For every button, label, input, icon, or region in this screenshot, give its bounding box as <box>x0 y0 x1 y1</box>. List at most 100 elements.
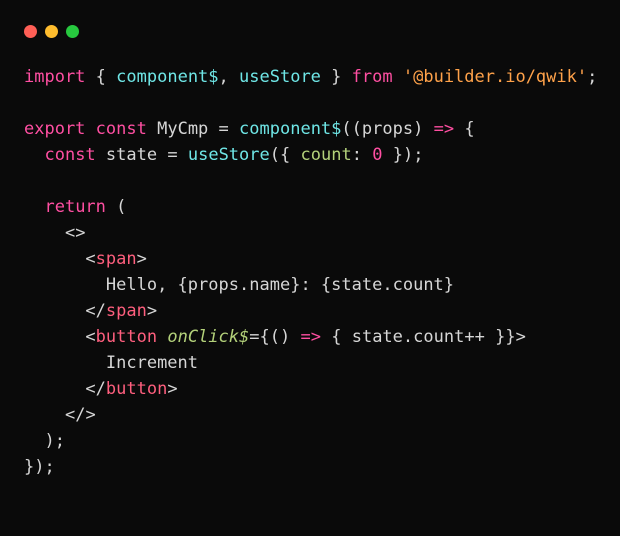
keyword-const: const <box>96 119 147 139</box>
code-line: const state = useStore({ count: 0 }); <box>24 145 423 165</box>
space <box>454 119 464 139</box>
paren-close: ) <box>280 327 290 347</box>
space <box>157 145 167 165</box>
space <box>290 145 300 165</box>
space <box>321 67 331 87</box>
paren-open: ( <box>270 327 280 347</box>
brace-close: } <box>24 457 34 477</box>
space <box>178 145 188 165</box>
code-line: import { component$, useStore } from '@b… <box>24 67 597 87</box>
tag-button: button <box>106 379 167 399</box>
tag-close: > <box>167 379 177 399</box>
equals: = <box>219 119 229 139</box>
code-line: Increment <box>24 353 198 373</box>
keyword-import: import <box>24 67 85 87</box>
space <box>423 119 433 139</box>
code-line: ); <box>24 431 65 451</box>
paren-open: ( <box>341 119 351 139</box>
jsx-expr-open: { <box>321 275 331 295</box>
jsx-fragment-close: < <box>65 405 75 425</box>
keyword-const: const <box>44 145 95 165</box>
paren-open: ( <box>352 119 362 139</box>
ident-state: state <box>106 145 157 165</box>
keyword-export: export <box>24 119 85 139</box>
paren-close: ) <box>34 457 44 477</box>
paren-close: ) <box>413 119 423 139</box>
arrow: => <box>300 327 320 347</box>
code-line: return ( <box>24 197 126 217</box>
minimize-icon[interactable] <box>45 25 58 38</box>
brace-open: { <box>464 119 474 139</box>
equals: = <box>167 145 177 165</box>
code-line: <span> <box>24 249 147 269</box>
number-zero: 0 <box>372 145 382 165</box>
space <box>485 327 495 347</box>
paren-close: ) <box>44 431 54 451</box>
tag-close: > <box>137 249 147 269</box>
text-colon: : <box>300 275 320 295</box>
ident-useStore: useStore <box>239 67 321 87</box>
tag-open: < <box>85 327 95 347</box>
code-line: }); <box>24 457 55 477</box>
ident-count: count <box>413 327 464 347</box>
space <box>157 327 167 347</box>
space <box>85 67 95 87</box>
tag-open: < <box>85 249 95 269</box>
space <box>229 119 239 139</box>
jsx-expr-close: } <box>505 327 515 347</box>
semicolon: ; <box>55 431 65 451</box>
code-line: </button> <box>24 379 178 399</box>
plusplus: ++ <box>464 327 484 347</box>
string-package: '@builder.io/qwik' <box>403 67 587 87</box>
space <box>393 67 403 87</box>
ident-component: component$ <box>116 67 218 87</box>
ident-name: name <box>249 275 290 295</box>
text-increment: Increment <box>106 353 198 373</box>
tag-close: > <box>147 301 157 321</box>
space <box>147 119 157 139</box>
jsx-fragment-close: > <box>85 405 95 425</box>
equals: = <box>249 327 259 347</box>
close-icon[interactable] <box>24 25 37 38</box>
paren-open: ( <box>116 197 126 217</box>
maximize-icon[interactable] <box>66 25 79 38</box>
space <box>208 119 218 139</box>
tag-open: < <box>85 379 95 399</box>
space <box>341 327 351 347</box>
keyword-from: from <box>352 67 393 87</box>
ident-state: state <box>331 275 382 295</box>
tag-span: span <box>96 249 137 269</box>
space <box>321 327 331 347</box>
semicolon: ; <box>413 145 423 165</box>
code-window: import { component$, useStore } from '@b… <box>0 0 620 536</box>
code-line: export const MyCmp = component$((props) … <box>24 119 475 139</box>
brace-open: { <box>280 145 290 165</box>
ident-state: state <box>352 327 403 347</box>
brace-close: } <box>393 145 403 165</box>
code-line: <> <box>24 223 85 243</box>
space <box>96 145 106 165</box>
code-line: Hello, {props.name}: {state.count} <box>24 275 454 295</box>
dot: . <box>239 275 249 295</box>
jsx-fragment-open: > <box>75 223 85 243</box>
slash: / <box>75 405 85 425</box>
space <box>362 145 372 165</box>
semicolon: ; <box>45 457 55 477</box>
brace-close: } <box>495 327 505 347</box>
ident-props: props <box>188 275 239 295</box>
colon: : <box>352 145 362 165</box>
code-block: import { component$, useStore } from '@b… <box>24 64 596 480</box>
code-line: </span> <box>24 301 157 321</box>
dot: . <box>382 275 392 295</box>
ident-MyCmp: MyCmp <box>157 119 208 139</box>
space <box>106 67 116 87</box>
paren-open: ( <box>270 145 280 165</box>
code-line: </> <box>24 405 96 425</box>
jsx-expr-close: } <box>444 275 454 295</box>
brace-close: } <box>331 67 341 87</box>
brace-open: { <box>331 327 341 347</box>
comma: , <box>219 67 229 87</box>
space <box>290 327 300 347</box>
jsx-expr-open: { <box>178 275 188 295</box>
jsx-fragment-open: < <box>65 223 75 243</box>
